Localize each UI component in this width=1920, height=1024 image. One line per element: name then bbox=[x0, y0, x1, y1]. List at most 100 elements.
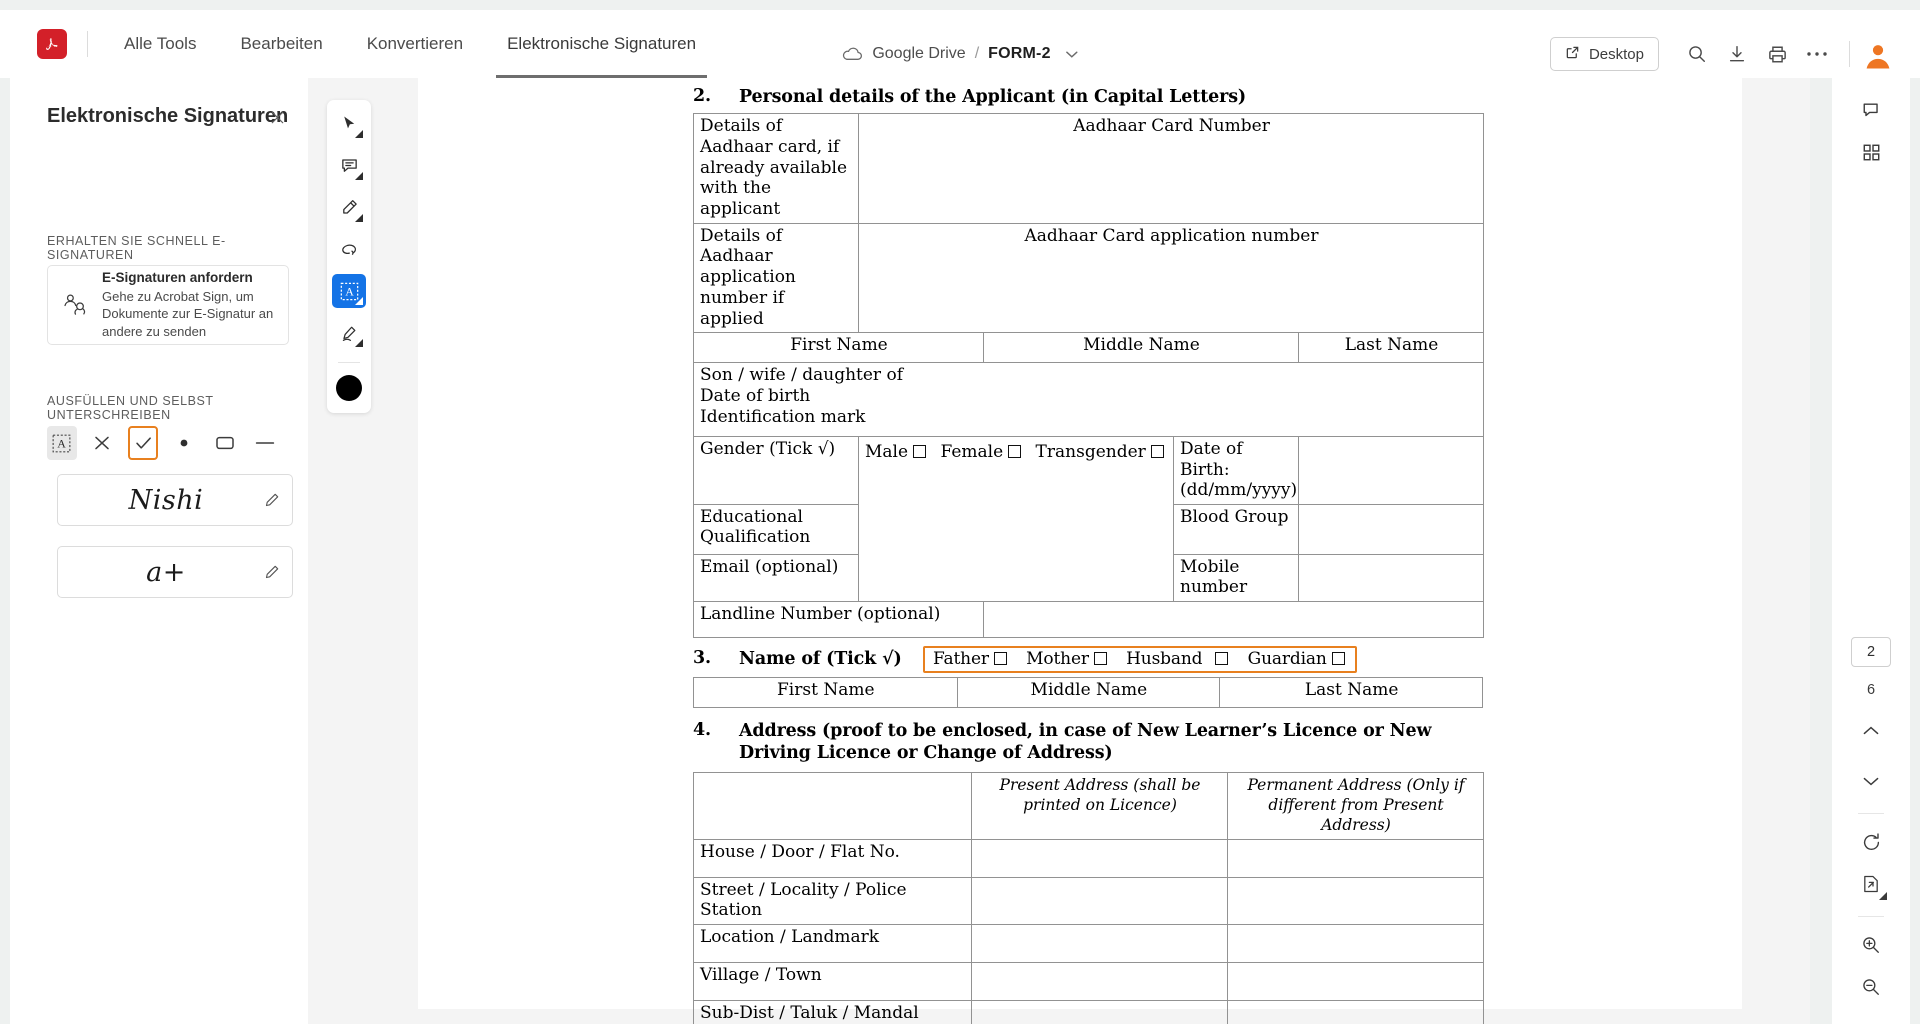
document-viewport[interactable]: 2. Personal details of the Applicant (in… bbox=[308, 78, 1810, 1024]
download-icon[interactable] bbox=[1717, 34, 1757, 74]
table-row: Son / wife / daughter of Date of birth I… bbox=[694, 363, 1484, 437]
blood-label-cell: Blood Group bbox=[1174, 504, 1299, 554]
fit-page-button[interactable] bbox=[1852, 865, 1890, 903]
comment-tool[interactable] bbox=[332, 149, 366, 183]
gender-option-transgender: Transgender bbox=[1036, 442, 1146, 462]
name-of-options-highlight[interactable]: Father Mother Husband Guardian bbox=[923, 646, 1357, 673]
desktop-button-label: Desktop bbox=[1589, 46, 1644, 63]
option-husband: Husband bbox=[1126, 649, 1202, 669]
present-address-value[interactable] bbox=[972, 925, 1228, 963]
permanent-address-value[interactable] bbox=[1228, 839, 1484, 877]
dot-tool[interactable] bbox=[169, 426, 199, 460]
table-row: Present Address (shall be printed on Lic… bbox=[694, 773, 1484, 839]
tab-bearbeiten[interactable]: Bearbeiten bbox=[240, 10, 322, 78]
tab-konvertieren[interactable]: Konvertieren bbox=[367, 10, 463, 78]
page-number-input[interactable]: 2 bbox=[1851, 637, 1891, 667]
breadcrumb-location[interactable]: Google Drive bbox=[872, 45, 965, 63]
relation-line-3: Identification mark bbox=[700, 407, 1478, 428]
aadhaar-app-value-cell[interactable]: Aadhaar Card application number bbox=[859, 223, 1484, 333]
header-divider-2 bbox=[1849, 41, 1850, 67]
permanent-address-value[interactable] bbox=[1228, 925, 1484, 963]
zoom-in-button[interactable] bbox=[1852, 926, 1890, 964]
aadhaar-label-cell: Details of Aadhaar card, if already avai… bbox=[694, 114, 859, 224]
section-2-heading: 2. Personal details of the Applicant (in… bbox=[693, 86, 1483, 108]
table-row: Gender (Tick √) Male Female Transgender … bbox=[694, 437, 1484, 504]
fill-and-sign-tool[interactable]: A bbox=[332, 274, 366, 308]
select-tool[interactable] bbox=[332, 107, 366, 141]
present-address-value[interactable] bbox=[972, 963, 1228, 1001]
aadhaar-value-cell[interactable]: Aadhaar Card Number bbox=[859, 114, 1484, 224]
present-address-value[interactable] bbox=[972, 877, 1228, 924]
close-icon[interactable] bbox=[264, 104, 290, 130]
checkbox-guardian[interactable] bbox=[1332, 652, 1345, 665]
svg-text:A: A bbox=[57, 436, 66, 450]
present-address-value[interactable] bbox=[972, 839, 1228, 877]
gender-option-female: Female bbox=[940, 442, 1003, 462]
gender-option-male: Male bbox=[865, 442, 908, 462]
permanent-address-value[interactable] bbox=[1228, 877, 1484, 924]
signature-tool[interactable] bbox=[332, 316, 366, 350]
table-row: Details of Aadhaar application number if… bbox=[694, 223, 1484, 333]
saved-signature-1[interactable]: Nishi bbox=[57, 474, 293, 526]
section-number: 4. bbox=[693, 720, 739, 740]
checkbox-mother[interactable] bbox=[1094, 652, 1107, 665]
checkbox-husband[interactable] bbox=[1215, 652, 1228, 665]
tab-alle-tools[interactable]: Alle Tools bbox=[124, 10, 196, 78]
checkbox-female[interactable] bbox=[1008, 445, 1021, 458]
pencil-icon[interactable] bbox=[252, 492, 292, 508]
adobe-acrobat-logo-icon[interactable] bbox=[37, 29, 67, 59]
relation-cell[interactable]: Son / wife / daughter of Date of birth I… bbox=[694, 363, 1484, 437]
permanent-address-value[interactable] bbox=[1228, 963, 1484, 1001]
desktop-button[interactable]: Desktop bbox=[1550, 37, 1659, 71]
line-tool[interactable] bbox=[250, 426, 280, 460]
first-name-header: First Name bbox=[694, 678, 958, 708]
cross-tool[interactable] bbox=[88, 426, 118, 460]
color-swatch-button[interactable] bbox=[332, 371, 366, 405]
avatar[interactable] bbox=[1862, 38, 1894, 70]
gender-options-cell[interactable]: Male Female Transgender bbox=[859, 437, 1174, 602]
gender-label-cell: Gender (Tick √) bbox=[694, 437, 859, 504]
page-total-label: 6 bbox=[1867, 682, 1875, 698]
table-row: Landline Number (optional) bbox=[694, 602, 1484, 638]
table-row: First Name Middle Name Last Name bbox=[694, 333, 1484, 363]
address-row-label: Village / Town bbox=[694, 963, 972, 1001]
landline-value-cell[interactable] bbox=[984, 602, 1484, 638]
blood-value-cell[interactable] bbox=[1299, 504, 1484, 554]
request-esignatures-card[interactable]: E-Signaturen anfordern Gehe zu Acrobat S… bbox=[47, 265, 289, 345]
present-address-value[interactable] bbox=[972, 1001, 1228, 1024]
card-description: Gehe zu Acrobat Sign, um Dokumente zur E… bbox=[102, 288, 280, 339]
ellipsis-icon[interactable] bbox=[1797, 34, 1837, 74]
checkbox-transgender[interactable] bbox=[1151, 445, 1164, 458]
rectangle-tool[interactable] bbox=[210, 426, 240, 460]
print-icon[interactable] bbox=[1757, 34, 1797, 74]
checkmark-tool[interactable] bbox=[128, 426, 158, 460]
address-table: Present Address (shall be printed on Lic… bbox=[693, 772, 1484, 1024]
mobile-value-cell[interactable] bbox=[1299, 554, 1484, 601]
section-4-heading: 4. Address (proof to be enclosed, in cas… bbox=[693, 720, 1483, 764]
permanent-address-header: Permanent Address (Only if different fro… bbox=[1228, 773, 1484, 839]
checkbox-male[interactable] bbox=[913, 445, 926, 458]
next-page-button[interactable] bbox=[1852, 762, 1890, 800]
highlight-tool[interactable] bbox=[332, 191, 366, 225]
aadhaar-app-label-cell: Details of Aadhaar application number if… bbox=[694, 223, 859, 333]
checkbox-father[interactable] bbox=[994, 652, 1007, 665]
right-sidebar: 2 6 bbox=[1832, 78, 1910, 1024]
cloud-icon bbox=[841, 46, 863, 62]
address-row-label: Street / Locality / Police Station bbox=[694, 877, 972, 924]
chevron-down-icon[interactable] bbox=[1066, 50, 1079, 59]
pencil-icon[interactable] bbox=[252, 564, 292, 580]
card-title: E-Signaturen anfordern bbox=[102, 270, 280, 285]
form-content: 2. Personal details of the Applicant (in… bbox=[693, 78, 1483, 1024]
permanent-address-value[interactable] bbox=[1228, 1001, 1484, 1024]
add-text-tool[interactable]: A bbox=[47, 426, 77, 460]
previous-page-button[interactable] bbox=[1852, 712, 1890, 750]
comments-panel-button[interactable] bbox=[1852, 91, 1890, 129]
rotate-button[interactable] bbox=[1852, 823, 1890, 861]
dob-value-cell[interactable] bbox=[1299, 437, 1484, 504]
page-thumbnails-button[interactable] bbox=[1852, 133, 1890, 171]
search-icon[interactable] bbox=[1677, 34, 1717, 74]
lasso-tool[interactable] bbox=[332, 233, 366, 267]
zoom-out-button[interactable] bbox=[1852, 968, 1890, 1006]
saved-signature-2[interactable]: a+ bbox=[57, 546, 293, 598]
tab-elektronische-signaturen[interactable]: Elektronische Signaturen bbox=[507, 10, 696, 78]
